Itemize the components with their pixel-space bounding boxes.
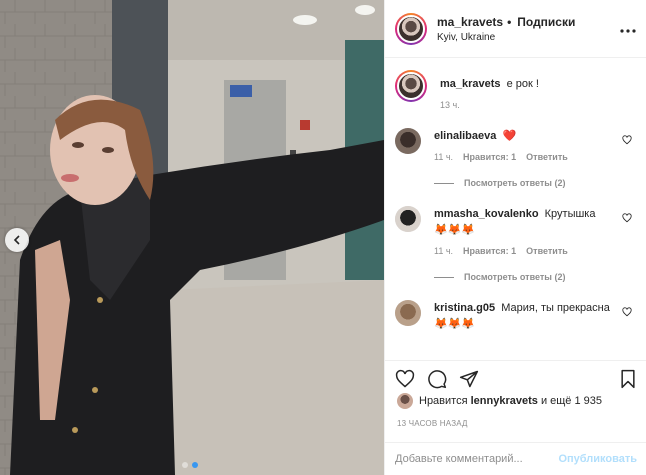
post-actions bbox=[385, 360, 646, 396]
post-timestamp[interactable]: 13 ЧАСОВ НАЗАД bbox=[397, 419, 468, 428]
photo-image bbox=[0, 0, 384, 475]
heart-emoji: ❤️ bbox=[502, 130, 517, 142]
header-separator: • bbox=[507, 14, 512, 29]
comments-list[interactable]: ma_kravets е рок ! 13 ч. elinalibaeva ❤️… bbox=[385, 58, 646, 360]
more-horizontal-icon bbox=[620, 29, 636, 33]
caption-time[interactable]: 13 ч. bbox=[440, 100, 460, 110]
post-location[interactable]: Kyiv, Ukraine bbox=[437, 32, 575, 43]
save-button[interactable] bbox=[619, 369, 637, 389]
comment-like-button[interactable] bbox=[622, 304, 632, 322]
caption-username[interactable]: ma_kravets bbox=[440, 78, 501, 90]
likes-summary: Нравится lennykravets и ещё 1 935 bbox=[397, 393, 602, 409]
like-button[interactable] bbox=[395, 369, 415, 389]
caption: ma_kravets е рок ! 13 ч. bbox=[395, 58, 636, 110]
comment-item: elinalibaeva ❤️ 11 ч. Нравится: 1 Ответи… bbox=[395, 110, 636, 188]
heart-icon bbox=[395, 369, 415, 387]
commenter-avatar[interactable] bbox=[395, 206, 421, 232]
comment-time[interactable]: 11 ч. bbox=[434, 152, 453, 162]
comment-like-button[interactable] bbox=[622, 210, 632, 228]
caption-avatar[interactable] bbox=[395, 70, 427, 102]
comment-username[interactable]: mmasha_kovalenko bbox=[434, 208, 539, 220]
comment-text: Мария, ты прекрасна bbox=[501, 302, 610, 314]
heart-outline-icon bbox=[622, 307, 632, 317]
share-button[interactable] bbox=[459, 369, 479, 389]
publish-button[interactable]: Опубликовать bbox=[558, 453, 637, 465]
commenter-avatar[interactable] bbox=[395, 128, 421, 154]
comment-emoji: 🦊🦊🦊 bbox=[434, 318, 476, 330]
view-replies-button[interactable]: Посмотреть ответы (2) bbox=[434, 272, 614, 282]
liker-avatar[interactable] bbox=[397, 393, 413, 409]
reply-button[interactable]: Ответить bbox=[526, 152, 568, 162]
view-replies-label: Посмотреть ответы (2) bbox=[464, 272, 566, 282]
comment-icon bbox=[428, 369, 447, 388]
comment-item: kristina.g05 Мария, ты прекрасна 🦊🦊🦊 bbox=[395, 282, 636, 332]
likes-prefix: Нравится bbox=[419, 395, 468, 407]
post-panel: ma_kravets • Подписки Kyiv, Ukraine ma_k… bbox=[384, 0, 646, 475]
heart-outline-icon bbox=[622, 135, 632, 145]
carousel-dot bbox=[182, 462, 188, 468]
comment-emoji: 🦊🦊🦊 bbox=[434, 224, 476, 236]
view-replies-label: Посмотреть ответы (2) bbox=[464, 178, 566, 188]
carousel-prev-button[interactable] bbox=[5, 228, 29, 252]
commenter-avatar[interactable] bbox=[395, 300, 421, 326]
comment-likes[interactable]: Нравится: 1 bbox=[463, 152, 516, 162]
author-avatar[interactable] bbox=[395, 12, 427, 45]
comment-username[interactable]: kristina.g05 bbox=[434, 302, 495, 314]
chevron-left-icon bbox=[13, 235, 20, 245]
more-options-button[interactable] bbox=[620, 20, 636, 38]
reply-button[interactable]: Ответить bbox=[526, 246, 568, 256]
add-comment-form: Опубликовать bbox=[385, 442, 646, 475]
carousel-dots bbox=[182, 462, 198, 468]
comment-likes[interactable]: Нравится: 1 bbox=[463, 246, 516, 256]
comment-like-button[interactable] bbox=[622, 132, 632, 150]
bookmark-icon bbox=[621, 369, 635, 388]
heart-outline-icon bbox=[622, 213, 632, 223]
comment-item: mmasha_kovalenko Крутышка 🦊🦊🦊 11 ч. Нрав… bbox=[395, 188, 636, 282]
post-header: ma_kravets • Подписки Kyiv, Ukraine bbox=[385, 0, 646, 58]
comment-text: Крутышка bbox=[544, 208, 596, 220]
comment-input[interactable] bbox=[395, 453, 559, 465]
follow-status-button[interactable]: Подписки bbox=[517, 15, 575, 29]
likes-count[interactable]: и ещё 1 935 bbox=[541, 395, 602, 407]
caption-text: е рок ! bbox=[506, 78, 539, 90]
view-replies-button[interactable]: Посмотреть ответы (2) bbox=[434, 178, 614, 188]
comment-username[interactable]: elinalibaeva bbox=[434, 130, 496, 142]
comment-time[interactable]: 11 ч. bbox=[434, 246, 453, 256]
comment-button[interactable] bbox=[427, 369, 447, 389]
share-icon bbox=[459, 370, 479, 387]
liker-username[interactable]: lennykravets bbox=[471, 395, 538, 407]
post-photo[interactable] bbox=[0, 0, 384, 475]
author-username[interactable]: ma_kravets bbox=[437, 15, 503, 29]
carousel-dot-active bbox=[192, 462, 198, 468]
